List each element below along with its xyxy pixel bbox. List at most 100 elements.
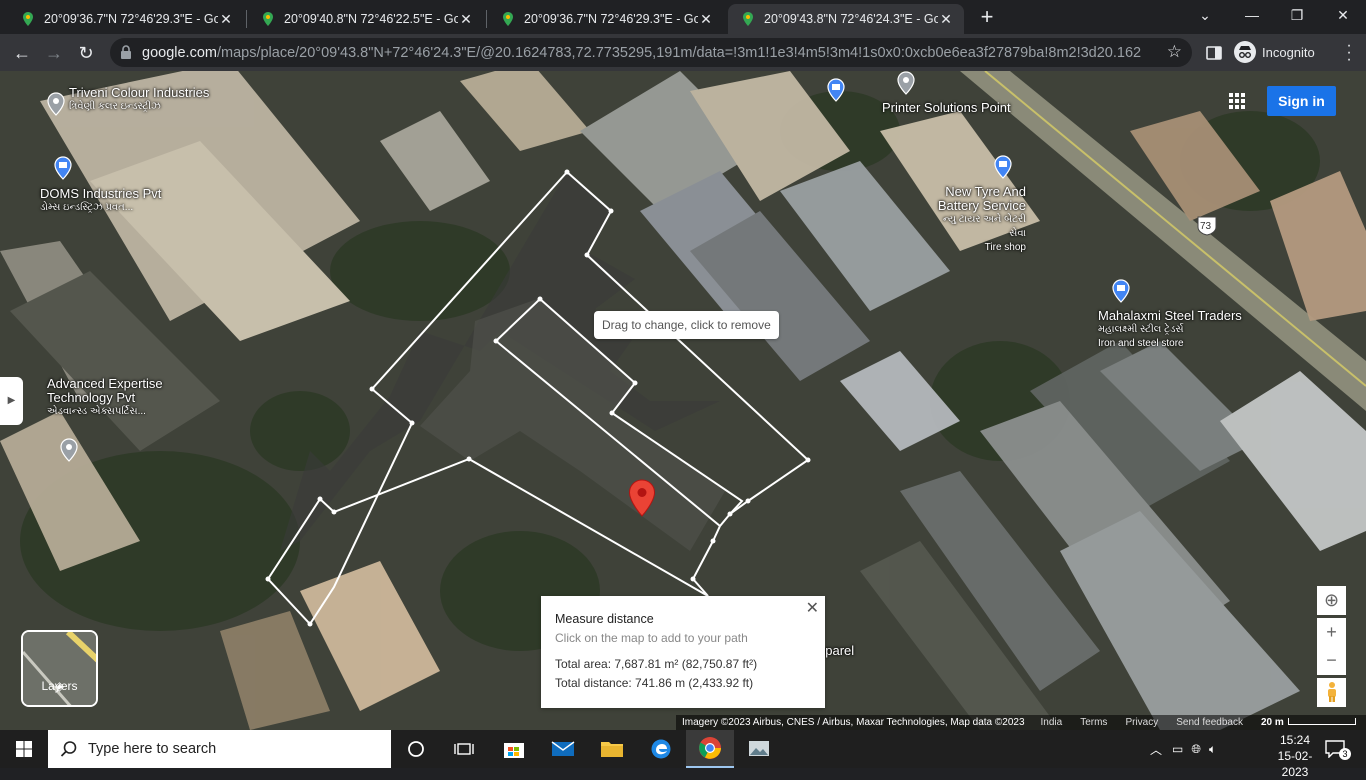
place-pin-icon[interactable] [47,92,65,116]
url-path: /maps/place/20°09'43.8"N+72°46'24.3"E/@2… [216,45,1142,61]
maps-pin-icon [263,12,273,26]
volume-icon[interactable]: 🔈︎ [1209,742,1216,757]
place-category: Iron and steel store [1098,338,1184,349]
cortana-icon[interactable] [392,730,440,768]
incognito-profile[interactable]: Incognito [1234,41,1315,63]
place-label-doms[interactable]: DOMS Industries Pvt ડોમ્સ ઇન્ડસ્ટ્રિઝ પ્… [40,187,161,215]
file-explorer-icon[interactable] [588,730,636,768]
shopping-pin-icon[interactable] [994,155,1012,179]
sign-in-button[interactable]: Sign in [1267,86,1336,116]
footer-link-privacy[interactable]: Privacy [1125,715,1158,730]
microsoft-store-icon[interactable] [490,730,538,768]
browser-toolbar: ← → ↻ google.com/maps/place/20°09'43.8"N… [0,34,1366,71]
satellite-map[interactable]: 73 Triveni Colour Industries ત્રિવેણી કલ… [0,71,1366,730]
tab-search-chevron-icon[interactable]: ⌄ [1185,4,1225,26]
photos-app-icon[interactable] [735,730,783,768]
tab-title: 20°09'36.7"N 72°46'29.3"E - Goo [44,12,218,26]
close-icon[interactable]: ✕ [806,598,819,618]
clock-date: 15-02-2023 [1277,749,1313,779]
plus-icon: + [1326,622,1337,642]
total-area: Total area: 7,687.81 m² (82,750.87 ft²) [555,657,758,671]
tab-close-icon[interactable]: ✕ [458,11,474,28]
shopping-pin-icon[interactable] [1112,279,1130,303]
close-window-button[interactable]: ✕ [1323,4,1363,26]
place-name: Triveni Colour Industries [69,85,210,100]
search-placeholder: Type here to search [88,741,217,757]
layers-button[interactable]: ◈ Layers [21,630,98,707]
zoom-in-button[interactable]: + [1317,618,1346,647]
taskbar-search-box[interactable]: Type here to search [48,730,391,768]
place-pin-icon[interactable] [897,71,915,95]
tab-close-icon[interactable]: ✕ [218,11,234,28]
place-name: Advanced Expertise Technology Pvt [47,376,163,405]
browser-tab-1[interactable]: 20°09'36.7"N 72°46'29.3"E - Goo ✕ [8,4,244,34]
place-name-local: ત્રિવેણી કલર ઇન્ડસ્ટ્રીઝ [69,101,161,112]
edge-browser-icon[interactable] [637,730,685,768]
tray-chevron-icon[interactable]: ︿ [1150,741,1162,758]
place-name-local: ડોમ્સ ઇન્ડસ્ટ્રિઝ પ્રવત... [40,202,134,213]
road-number: 73 [1200,221,1212,232]
bookmark-star-icon[interactable]: ☆ [1167,42,1182,62]
battery-icon[interactable]: ▭ [1172,742,1183,756]
task-view-icon[interactable] [440,730,488,768]
street-view-pegman[interactable] [1317,678,1346,707]
notification-center[interactable]: 3 [1325,730,1351,768]
footer-link-terms[interactable]: Terms [1080,715,1107,730]
place-name: Printer Solutions Point [882,100,1011,115]
measure-distance-panel: ✕ Measure distance Click on the map to a… [541,596,825,708]
minimize-button[interactable]: — [1232,4,1272,26]
reload-icon[interactable]: ↻ [74,41,98,65]
new-tab-button[interactable]: + [976,6,998,28]
my-location-button[interactable]: ⊕ [1317,586,1346,615]
measure-title: Measure distance [555,612,654,626]
chrome-taskbar-icon[interactable] [686,730,734,768]
zoom-out-button[interactable]: − [1317,646,1346,675]
place-label-mahalaxmi[interactable]: Mahalaxmi Steel Traders મહાલક્ષ્મી સ્ટીલ… [1098,309,1242,351]
place-label-new-tyre[interactable]: New Tyre And Battery Service ન્યુ ટાયર અ… [932,185,1026,255]
imagery-attribution: Imagery ©2023 Airbus, CNES / Airbus, Max… [682,717,1025,728]
browser-menu-icon[interactable]: · · · [1344,38,1354,68]
network-globe-icon[interactable]: 🌐︎ [1191,742,1201,757]
tab-divider [486,10,487,28]
forward-arrow-icon[interactable]: → [42,41,66,65]
url-text: google.com/maps/place/20°09'43.8"N+72°46… [142,45,1142,61]
location-marker-icon[interactable] [628,479,656,517]
address-bar[interactable]: google.com/maps/place/20°09'43.8"N+72°46… [110,38,1192,67]
clock-time: 15:24 [1279,733,1311,747]
system-tray: ︿ ▭ 🌐︎ 🔈︎ [1150,730,1216,768]
place-pin-icon[interactable] [60,438,78,462]
map-footer: Imagery ©2023 Airbus, CNES / Airbus, Max… [676,715,1366,730]
tab-title: 20°09'40.8"N 72°46'22.5"E - Goo [284,12,458,26]
start-button[interactable] [0,730,48,768]
tab-close-icon[interactable]: ✕ [938,11,954,28]
place-label-advanced-expertise[interactable]: Advanced Expertise Technology Pvt એડવાન્… [47,377,177,419]
footer-link-feedback[interactable]: Send feedback [1176,715,1243,730]
taskbar-clock[interactable]: 15:24 15-02-2023 [1265,732,1325,780]
tab-title: 20°09'36.7"N 72°46'29.3"E - Goo [524,12,698,26]
back-arrow-icon[interactable]: ← [10,41,34,65]
tab-close-icon[interactable]: ✕ [698,11,714,28]
side-panel-toggle[interactable]: ▶ [0,377,23,425]
maps-pin-icon [743,12,753,26]
layers-thumbnail [23,632,96,705]
mail-icon[interactable] [539,730,587,768]
footer-link-india[interactable]: India [1041,715,1063,730]
place-label-triveni[interactable]: Triveni Colour Industries ત્રિવેણી કલર ઇ… [69,86,209,114]
maps-pin-icon [23,12,33,26]
side-panel-icon[interactable] [1206,45,1222,61]
place-name-local: ન્યુ ટાયર અને બેટરી સેવા [942,214,1026,239]
browser-tab-2[interactable]: 20°09'40.8"N 72°46'22.5"E - Goo ✕ [248,4,484,34]
total-distance: Total distance: 741.86 m (2,433.92 ft) [555,676,754,690]
minus-icon: − [1326,650,1337,670]
maps-pin-icon [503,12,513,26]
shopping-pin-icon[interactable] [827,78,845,102]
place-category: Tire shop [984,242,1026,253]
shopping-pin-icon[interactable] [54,156,72,180]
scale-bar [1287,718,1356,725]
scale-label[interactable]: 20 m [1261,715,1284,730]
browser-tab-4-active[interactable]: 20°09'43.8"N 72°46'24.3"E - Goo ✕ [728,4,964,34]
apps-grid-icon[interactable] [1229,93,1245,109]
restore-button[interactable]: ❐ [1277,4,1317,26]
browser-tab-3[interactable]: 20°09'36.7"N 72°46'29.3"E - Goo ✕ [488,4,724,34]
place-label-printer-solutions[interactable]: Printer Solutions Point [882,101,1011,115]
